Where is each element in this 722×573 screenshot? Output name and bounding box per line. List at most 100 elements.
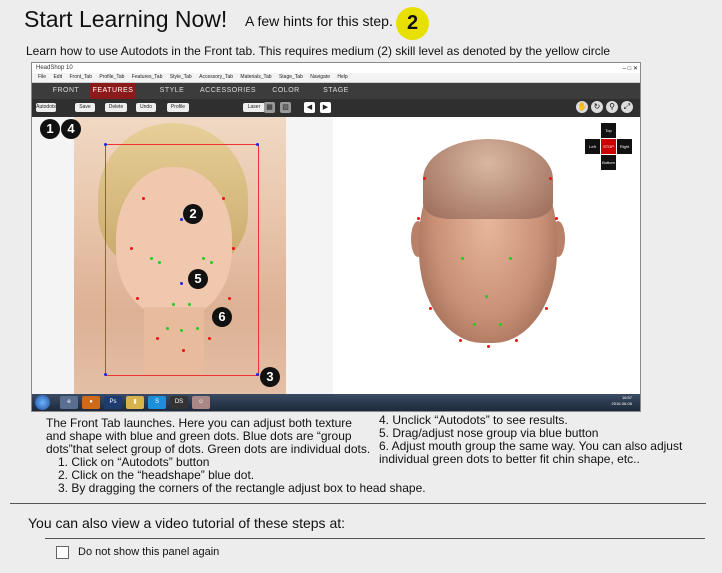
menu-bar: File Edit Front_Tab Profile_Tab Features… xyxy=(32,73,640,83)
nav-stop-button[interactable]: STOP xyxy=(601,139,616,154)
corner-dot[interactable] xyxy=(256,143,259,146)
nose-dot[interactable] xyxy=(188,303,191,306)
headshape-dot[interactable] xyxy=(180,218,183,221)
menu-style-tab[interactable]: Style_Tab xyxy=(170,74,192,80)
start-button[interactable] xyxy=(35,395,50,410)
outline-dot[interactable] xyxy=(228,297,231,300)
menu-front-tab[interactable]: Front_Tab xyxy=(69,74,92,80)
save-button[interactable]: Save xyxy=(75,103,95,112)
outline-dot[interactable] xyxy=(142,197,145,200)
daz-icon[interactable]: DS xyxy=(170,396,188,409)
menu-stage-tab[interactable]: Stage_Tab xyxy=(279,74,303,80)
windows-taskbar: e ● Ps ▮ S DS ☺ 16:57 2016-06-06 xyxy=(32,394,640,411)
outline-dot[interactable] xyxy=(222,197,225,200)
toolbar: Autodots Save Delete Undo Profile Laser … xyxy=(32,99,640,117)
step-marker-3: 3 xyxy=(260,367,280,387)
folder-icon[interactable]: ▮ xyxy=(126,396,144,409)
outline-dot[interactable] xyxy=(545,307,548,310)
rotate-left-icon[interactable]: ◀ xyxy=(304,102,315,113)
menu-help[interactable]: Help xyxy=(337,74,347,80)
dont-show-checkbox[interactable] xyxy=(56,546,69,559)
eye-dot[interactable] xyxy=(509,257,512,260)
mouth-dot[interactable] xyxy=(180,329,183,332)
outline-dot[interactable] xyxy=(232,247,235,250)
tab-style[interactable]: STYLE xyxy=(150,83,194,99)
autodots-button[interactable]: Autodots xyxy=(36,103,56,112)
outline-dot[interactable] xyxy=(417,217,420,220)
outline-dot[interactable] xyxy=(429,307,432,310)
tab-color[interactable]: COLOR xyxy=(266,83,306,99)
nose-group-dot[interactable] xyxy=(180,282,183,285)
video-tutorial-text: You can also view a video tutorial of th… xyxy=(28,515,346,531)
mouth-dot[interactable] xyxy=(499,323,502,326)
mouth-dot[interactable] xyxy=(196,327,199,330)
laser-button[interactable]: Laser xyxy=(243,103,265,112)
outline-dot[interactable] xyxy=(130,247,133,250)
pan-hand-icon[interactable]: ✋ xyxy=(576,101,588,113)
divider xyxy=(45,538,705,539)
tray-clock: 16:57 2016-06-06 xyxy=(612,395,632,407)
eye-dot[interactable] xyxy=(158,261,161,264)
outline-dot[interactable] xyxy=(487,345,490,348)
3d-head-viewport[interactable]: Top Left STOP Right Bottom xyxy=(333,117,640,394)
firefox-icon[interactable]: ● xyxy=(82,396,100,409)
nav-bottom-button[interactable]: Bottom xyxy=(601,155,616,170)
outline-dot[interactable] xyxy=(156,337,159,340)
menu-accessory-tab[interactable]: Accessory_Tab xyxy=(199,74,233,80)
undo-button[interactable]: Undo xyxy=(136,103,156,112)
tab-bar: FRONT FEATURES STYLE ACCESSORIES COLOR S… xyxy=(32,83,640,99)
step-marker-4: 4 xyxy=(61,119,81,139)
tab-stage[interactable]: STAGE xyxy=(316,83,356,99)
corner-dot[interactable] xyxy=(104,373,107,376)
outline-dot[interactable] xyxy=(423,177,426,180)
texture-icon[interactable]: ▦ xyxy=(264,102,275,113)
outline-dot[interactable] xyxy=(136,297,139,300)
step-marker-6: 6 xyxy=(212,307,232,327)
corner-dot[interactable] xyxy=(104,143,107,146)
nav-left-button[interactable]: Left xyxy=(585,139,600,154)
tab-front[interactable]: FRONT xyxy=(42,83,90,99)
dont-show-label[interactable]: Do not show this panel again xyxy=(78,546,219,558)
menu-materials-tab[interactable]: Materials_Tab xyxy=(240,74,271,80)
mouth-dot[interactable] xyxy=(166,327,169,330)
skype-icon[interactable]: S xyxy=(148,396,166,409)
outline-dot[interactable] xyxy=(549,177,552,180)
outline-dot[interactable] xyxy=(555,217,558,220)
mesh-icon[interactable]: ▧ xyxy=(280,102,291,113)
nav-right-button[interactable]: Right xyxy=(617,139,632,154)
tab-accessories[interactable]: ACCESSORIES xyxy=(200,83,256,99)
nav-top-button[interactable]: Top xyxy=(601,123,616,138)
eye-dot[interactable] xyxy=(202,257,205,260)
outline-dot[interactable] xyxy=(208,337,211,340)
menu-features-tab[interactable]: Features_Tab xyxy=(132,74,163,80)
menu-profile-tab[interactable]: Profile_Tab xyxy=(99,74,124,80)
rotate-right-icon[interactable]: ▶ xyxy=(320,102,331,113)
menu-navigate[interactable]: Navigate xyxy=(310,74,330,80)
outline-dot[interactable] xyxy=(459,339,462,342)
menu-edit[interactable]: Edit xyxy=(53,74,62,80)
app-window-title: HeadShop 10 xyxy=(36,65,73,71)
zoom-icon[interactable]: ⚲ xyxy=(606,101,618,113)
menu-file[interactable]: File xyxy=(38,74,46,80)
app-screenshot: HeadShop 10 – □ ✕ File Edit Front_Tab Pr… xyxy=(31,62,641,412)
profile-button[interactable]: Profile xyxy=(167,103,189,112)
instructions-left: The Front Tab launches. Here you can adj… xyxy=(46,417,426,495)
headshop-icon[interactable]: ☺ xyxy=(192,396,210,409)
delete-button[interactable]: Delete xyxy=(105,103,127,112)
eye-dot[interactable] xyxy=(150,257,153,260)
eye-dot[interactable] xyxy=(210,261,213,264)
ie-icon[interactable]: e xyxy=(60,396,78,409)
mouth-dot[interactable] xyxy=(473,323,476,326)
corner-dot[interactable] xyxy=(256,373,259,376)
adjust-rectangle[interactable] xyxy=(105,144,259,376)
fit-view-icon[interactable]: ⤢ xyxy=(621,101,633,113)
outline-dot[interactable] xyxy=(515,339,518,342)
outline-dot[interactable] xyxy=(182,349,185,352)
nose-dot[interactable] xyxy=(172,303,175,306)
rotate-icon[interactable]: ↻ xyxy=(591,101,603,113)
intro-text: Learn how to use Autodots in the Front t… xyxy=(26,44,611,58)
tab-features[interactable]: FEATURES xyxy=(90,83,136,99)
eye-dot[interactable] xyxy=(461,257,464,260)
photoshop-icon[interactable]: Ps xyxy=(104,396,122,409)
nose-dot[interactable] xyxy=(485,295,488,298)
